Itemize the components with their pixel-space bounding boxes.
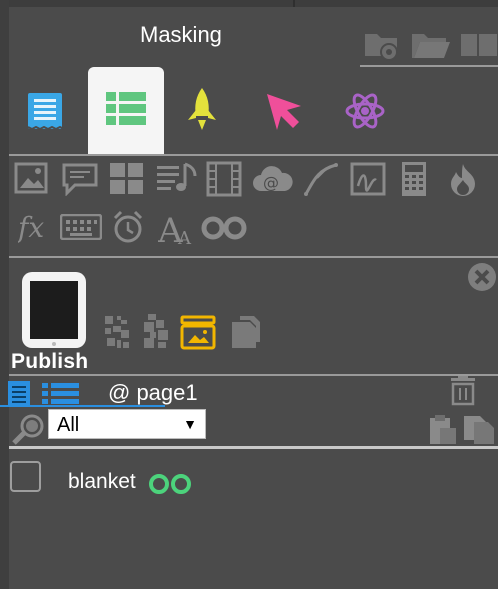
comment-icon[interactable] xyxy=(61,162,99,196)
grid-icon[interactable] xyxy=(110,163,144,195)
paste-icon[interactable] xyxy=(428,414,458,446)
filter-select-value: All xyxy=(57,414,80,436)
duplicate-icon[interactable] xyxy=(230,314,264,350)
infinity-icon[interactable] xyxy=(201,216,247,240)
fx-icon[interactable]: fx xyxy=(18,210,52,244)
film-icon[interactable] xyxy=(206,161,242,197)
panel-title: Masking xyxy=(140,22,222,47)
atom-icon[interactable] xyxy=(343,91,387,136)
infinity-icon xyxy=(148,474,194,499)
copy-qr-icon[interactable] xyxy=(142,314,170,350)
alarm-clock-icon[interactable] xyxy=(112,210,144,244)
fire-icon[interactable] xyxy=(448,162,478,196)
image-drawer-icon[interactable] xyxy=(179,314,217,355)
top-seam xyxy=(293,0,295,7)
tablet-icon[interactable] xyxy=(21,271,87,354)
curve-icon[interactable] xyxy=(303,162,339,196)
svg-text:A: A xyxy=(177,228,192,246)
book-icon[interactable] xyxy=(459,32,498,58)
keyboard-icon[interactable] xyxy=(60,214,102,240)
close-icon[interactable] xyxy=(467,262,497,297)
calculator-icon[interactable] xyxy=(401,161,427,197)
document-icon[interactable] xyxy=(26,91,65,136)
chevron-down-icon: ▼ xyxy=(183,416,197,432)
top-strip xyxy=(0,0,498,7)
image-icon[interactable] xyxy=(14,162,48,194)
copy-icon[interactable] xyxy=(462,414,496,446)
page-view-icon[interactable] xyxy=(7,380,33,413)
tabs-divider xyxy=(9,154,498,156)
publish-divider xyxy=(9,374,498,376)
tools-divider xyxy=(9,256,498,258)
list-divider xyxy=(9,446,498,449)
rocket-icon[interactable] xyxy=(184,86,220,139)
left-border xyxy=(0,0,9,589)
svg-text:@: @ xyxy=(263,173,279,192)
filter-select[interactable]: All ▼ xyxy=(48,409,206,439)
top-icons-divider xyxy=(360,65,498,67)
qr-code-icon[interactable] xyxy=(103,314,131,350)
cursor-icon[interactable] xyxy=(263,90,305,137)
font-size-icon[interactable]: AA xyxy=(158,208,194,246)
cloud-at-icon[interactable]: @ xyxy=(251,165,295,195)
svg-text:fx: fx xyxy=(18,211,44,244)
signature-icon[interactable] xyxy=(350,162,386,196)
publish-label[interactable]: Publish xyxy=(11,350,88,374)
music-list-icon[interactable] xyxy=(155,162,199,196)
search-icon[interactable] xyxy=(10,413,46,445)
page-label: @ page1 xyxy=(108,380,198,405)
item-checkbox[interactable] xyxy=(10,461,41,492)
trash-icon[interactable] xyxy=(449,376,477,406)
list-icon[interactable] xyxy=(106,92,146,131)
item-label-blanket[interactable]: blanket xyxy=(68,470,136,494)
folder-add-icon[interactable] xyxy=(363,28,401,62)
folder-open-icon[interactable] xyxy=(410,30,452,60)
